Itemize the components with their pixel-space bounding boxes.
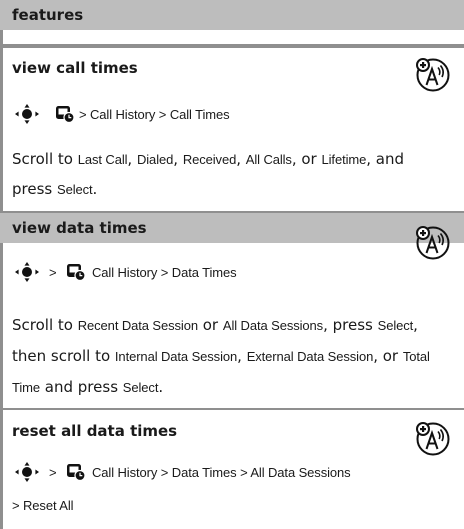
menu-path-data-times: Call History > Data Times (92, 265, 237, 280)
section-title-view-call-times: view call times (12, 59, 138, 77)
key-select: Select (122, 380, 159, 395)
path-data-times: Data Times (171, 465, 237, 480)
features-header: features (0, 0, 464, 30)
path-separator: > (79, 107, 87, 122)
option-recent-data-session: Recent Data Session (77, 318, 198, 333)
recent-calls-menu-icon (66, 463, 86, 481)
network-feature-icon (416, 226, 450, 260)
path-separator: > (240, 465, 248, 480)
navigation-key-icon (15, 462, 39, 482)
left-rule (0, 0, 3, 529)
option-lifetime: Lifetime (321, 152, 367, 167)
section-band-view-data-times: view data times (0, 213, 464, 243)
menu-path-call-times: > Call History > Call Times (79, 107, 230, 122)
instruction-text: . (158, 378, 164, 396)
path-separator: > (158, 107, 167, 122)
recent-calls-menu-icon (66, 263, 86, 281)
instruction-text: , or (373, 347, 399, 365)
instruction-line: Scroll to Recent Data Session or All Dat… (12, 316, 418, 334)
section-divider-1 (0, 44, 464, 48)
instruction-text: Scroll to (12, 316, 73, 334)
option-dialed: Dialed (136, 152, 174, 167)
menu-path-all-data-sessions: Call History > Data Times > All Data Ses… (92, 465, 351, 480)
instruction-text: , press (323, 316, 373, 334)
instruction-text: and press (44, 378, 119, 396)
instruction-text: , or (291, 150, 317, 168)
path-call-history: Call History (90, 107, 156, 122)
path-call-history: Call History (92, 465, 158, 480)
option-last-call: Last Call (77, 152, 128, 167)
option-total-time: Time (12, 380, 41, 395)
instruction-line: then scroll to Internal Data Session, Ex… (12, 347, 430, 365)
instruction-text: press (12, 180, 53, 198)
path-data-times: Data Times (171, 265, 237, 280)
section-title-view-data-times: view data times (12, 219, 147, 237)
path-all-data-sessions: All Data Sessions (250, 465, 351, 480)
instruction-text: , and (366, 150, 405, 168)
instruction-line: Scroll to Last Call, Dialed, Received, A… (12, 150, 404, 168)
instruction-line: press Select. (12, 180, 97, 198)
navigation-key-icon (15, 104, 39, 124)
instruction-text: or (202, 316, 219, 334)
key-select: Select (377, 318, 414, 333)
features-header-label: features (12, 6, 84, 24)
option-received: Received (182, 152, 237, 167)
path-call-history: Call History (92, 265, 158, 280)
path-reset-all: Reset All (23, 498, 74, 513)
menu-path-reset-all: > Reset All (12, 498, 74, 513)
instruction-text: . (92, 180, 98, 198)
network-feature-icon (416, 58, 450, 92)
path-call-times: Call Times (169, 107, 230, 122)
path-separator: > (49, 265, 57, 280)
path-separator: > (12, 498, 20, 513)
option-total-time: Total (402, 349, 430, 364)
network-feature-icon (416, 422, 450, 456)
section-divider-3 (0, 408, 464, 410)
instruction-text: then scroll to (12, 347, 111, 365)
section-title-reset-all-data-times: reset all data times (12, 422, 178, 440)
navigation-key-icon (15, 262, 39, 282)
recent-calls-menu-icon (55, 105, 75, 123)
instruction-text: , (236, 150, 241, 168)
instruction-line: Time and press Select. (12, 378, 163, 396)
option-all-calls: All Calls (245, 152, 292, 167)
instruction-text: , (237, 347, 242, 365)
path-separator: > (49, 465, 57, 480)
option-all-data-sessions: All Data Sessions (222, 318, 324, 333)
path-separator: > (160, 265, 169, 280)
option-external-data-session: External Data Session (246, 349, 374, 364)
path-separator: > (160, 465, 169, 480)
instruction-text: , (413, 316, 418, 334)
page: features view call times > Call History … (0, 0, 464, 529)
instruction-text: Scroll to (12, 150, 73, 168)
instruction-text: , (173, 150, 179, 168)
key-select: Select (57, 182, 93, 197)
instruction-text: , (127, 150, 133, 168)
option-internal-data-session: Internal Data Session (114, 349, 238, 364)
